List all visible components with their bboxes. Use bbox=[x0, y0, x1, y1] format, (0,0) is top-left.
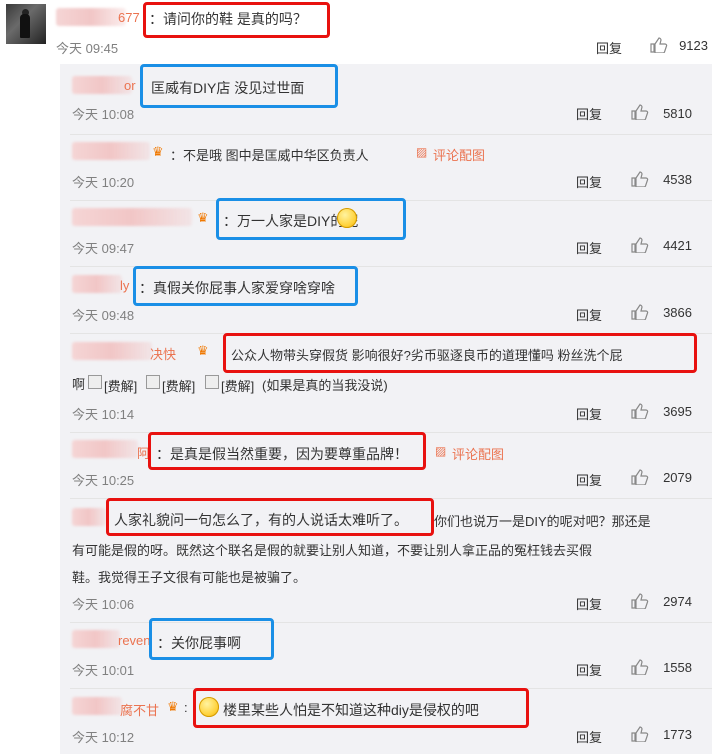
like-count: 4421 bbox=[663, 238, 692, 253]
comment-text: ：请问你的鞋 是真的吗？ bbox=[149, 11, 307, 27]
username-blurred[interactable] bbox=[72, 697, 122, 715]
comment-image-link[interactable]: 评论配图 bbox=[452, 444, 504, 463]
username-blurred[interactable] bbox=[72, 630, 120, 648]
reply-time: 今天 10:08 bbox=[72, 107, 135, 122]
reply-text-line2: 啊 bbox=[72, 377, 86, 392]
reply-button[interactable]: 回复 bbox=[576, 172, 602, 191]
thumbs-up-icon[interactable] bbox=[631, 171, 649, 187]
comment-image-link[interactable]: 评论配图 bbox=[433, 145, 485, 164]
reply-text-line2: 有可能是假的呀。既然这个联名是假的就要让别人知道，不要让别人拿正品的冤枉钱去买假 bbox=[72, 543, 593, 558]
laughing-emoji-icon bbox=[199, 697, 219, 717]
like-count: 2079 bbox=[663, 470, 692, 485]
username-fragment[interactable]: reven bbox=[118, 633, 151, 648]
image-icon[interactable]: ▨ bbox=[435, 444, 446, 458]
reply-text: 匡威有DIY店 没见过世面 bbox=[151, 80, 305, 96]
reply-time: 今天 09:47 bbox=[72, 241, 135, 256]
crown-icon: ♛ bbox=[152, 144, 164, 159]
thinking-emoji-icon bbox=[337, 208, 357, 228]
username-blurred[interactable] bbox=[72, 142, 150, 160]
reply-button[interactable]: 回复 bbox=[576, 470, 602, 489]
image-icon[interactable]: ▨ bbox=[416, 145, 427, 159]
reply-time: 今天 10:25 bbox=[72, 473, 135, 488]
like-count: 4538 bbox=[663, 172, 692, 187]
broken-image-icon bbox=[88, 375, 102, 389]
thumbs-up-icon[interactable] bbox=[650, 37, 668, 53]
emoji-placeholder: [费解] bbox=[104, 379, 138, 394]
reply-text: ：是真是假当然重要，因为要尊重品牌！ bbox=[156, 446, 408, 462]
reply-text: 楼里某些人怕是不知道这种diy是侵权的吧 bbox=[223, 702, 479, 718]
reply-text: ：关你屁事啊 bbox=[157, 635, 241, 651]
thumbs-up-icon[interactable] bbox=[631, 659, 649, 675]
username-fragment[interactable]: or bbox=[124, 78, 136, 93]
reply-time: 今天 10:01 bbox=[72, 663, 135, 678]
reply-button[interactable]: 回复 bbox=[576, 727, 602, 746]
thumbs-up-icon[interactable] bbox=[631, 726, 649, 742]
thumbs-up-icon[interactable] bbox=[631, 593, 649, 609]
crown-icon: ♛ bbox=[197, 343, 209, 358]
reply-time: 今天 10:12 bbox=[72, 730, 135, 745]
username-fragment[interactable]: 决快 bbox=[150, 344, 176, 363]
reply-button[interactable]: 回复 bbox=[576, 238, 602, 257]
like-count: 3866 bbox=[663, 305, 692, 320]
reply-text: ：真假关你屁事人家爱穿啥穿啥 bbox=[139, 280, 335, 296]
broken-image-icon bbox=[205, 375, 219, 389]
colon: : bbox=[184, 700, 188, 715]
thumbs-up-icon[interactable] bbox=[631, 304, 649, 320]
like-count: 3695 bbox=[663, 404, 692, 419]
reply-button[interactable]: 回复 bbox=[576, 404, 602, 423]
username-blurred[interactable] bbox=[72, 342, 152, 360]
username-blurred[interactable] bbox=[56, 8, 126, 26]
reply-text: ：不是哦 图中是匡威中华区负责人 bbox=[170, 148, 369, 163]
like-count: 1773 bbox=[663, 727, 692, 742]
crown-icon: ♛ bbox=[197, 210, 209, 225]
reply-time: 今天 10:14 bbox=[72, 407, 135, 422]
username-fragment[interactable]: 腐不甘 bbox=[120, 700, 159, 719]
divider bbox=[70, 134, 712, 135]
like-count: 2974 bbox=[663, 594, 692, 609]
thumbs-up-icon[interactable] bbox=[631, 104, 649, 120]
username-blurred[interactable] bbox=[72, 508, 106, 526]
username-blurred[interactable] bbox=[72, 76, 132, 94]
reply-time: 今天 10:20 bbox=[72, 175, 135, 190]
thumbs-up-icon[interactable] bbox=[631, 237, 649, 253]
thumbs-up-icon[interactable] bbox=[631, 469, 649, 485]
username-blurred[interactable] bbox=[72, 208, 192, 226]
username-blurred[interactable] bbox=[72, 440, 138, 458]
emoji-placeholder: [费解] bbox=[221, 379, 255, 394]
reply-button[interactable]: 回复 bbox=[576, 305, 602, 324]
like-count: 1558 bbox=[663, 660, 692, 675]
reply-time: 今天 09:48 bbox=[72, 308, 135, 323]
username-fragment[interactable]: ly bbox=[120, 278, 129, 293]
username-blurred[interactable] bbox=[72, 275, 122, 293]
like-count: 9123 bbox=[679, 38, 708, 53]
reply-text: 公众人物带头穿假货 影响很好?劣币驱逐良币的道理懂吗 粉丝洗个屁 bbox=[231, 348, 623, 363]
reply-text: 人家礼貌问一句怎么了，有的人说话太难听了。 bbox=[114, 512, 408, 528]
reply-time: 今天 10:06 bbox=[72, 597, 135, 612]
reply-button[interactable]: 回复 bbox=[576, 660, 602, 679]
broken-image-icon bbox=[146, 375, 160, 389]
emoji-placeholder: [费解] bbox=[162, 379, 196, 394]
reply-button[interactable]: 回复 bbox=[576, 104, 602, 123]
comment-time: 今天 09:45 bbox=[56, 41, 119, 56]
crown-icon: ♛ bbox=[167, 699, 179, 714]
username-fragment[interactable]: 677 bbox=[118, 10, 140, 25]
reply-button[interactable]: 回复 bbox=[596, 38, 622, 57]
thumbs-up-icon[interactable] bbox=[631, 403, 649, 419]
like-count: 5810 bbox=[663, 106, 692, 121]
reply-text-line3: 鞋。我觉得王子文很有可能也是被骗了。 bbox=[72, 570, 307, 585]
reply-text-cont: 你们也说万一是DIY的呢对吧？那还是 bbox=[434, 514, 651, 529]
reply-text-line2b: (如果是真的当我没说) bbox=[262, 378, 388, 393]
avatar[interactable] bbox=[6, 4, 46, 44]
reply-button[interactable]: 回复 bbox=[576, 594, 602, 613]
